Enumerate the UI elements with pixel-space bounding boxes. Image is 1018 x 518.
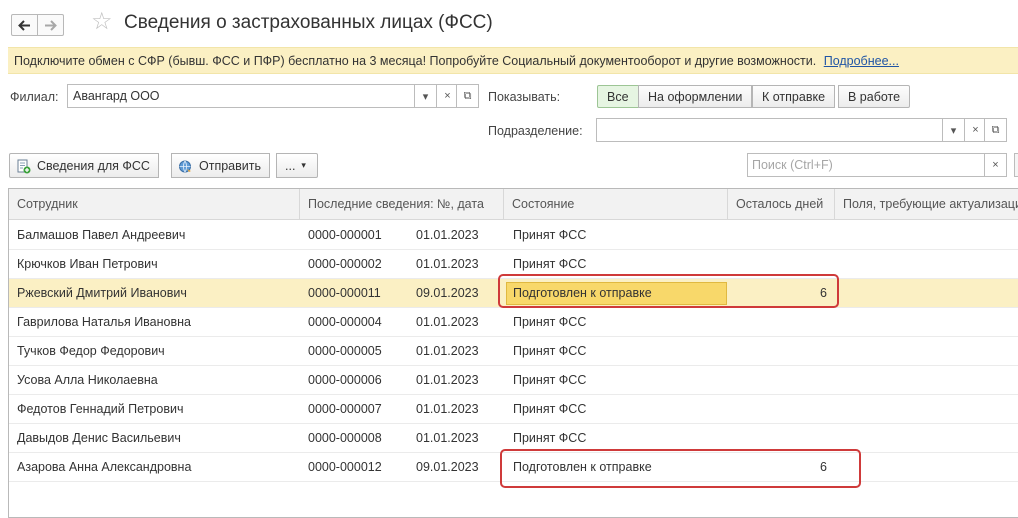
- cell-state: Принят ФСС: [513, 257, 587, 271]
- globe-send-icon: [179, 160, 191, 173]
- cell-date: 01.01.2023: [416, 402, 479, 416]
- filter-all-button[interactable]: Все: [597, 85, 639, 108]
- cell-days-left: [729, 366, 827, 394]
- cell-number: 0000-000012: [308, 460, 382, 474]
- cell-days-left: [729, 221, 827, 249]
- cell-date: 01.01.2023: [416, 315, 479, 329]
- table-row[interactable]: Ржевский Дмитрий Иванович 0000-000011 09.0…: [9, 279, 1018, 308]
- division-label: Подразделение:: [488, 124, 583, 138]
- column-header-state[interactable]: Состояние: [504, 189, 728, 220]
- table-header: Сотрудник Последние сведения: №, дата Со…: [9, 189, 1018, 220]
- clear-icon[interactable]: ×: [964, 119, 986, 141]
- more-actions-button[interactable]: ... ▾: [276, 153, 318, 178]
- send-label: Отправить: [199, 159, 261, 173]
- cell-date: 01.01.2023: [416, 228, 479, 242]
- table-row[interactable]: Усова Алла Николаевна 0000-000006 01.01.20…: [9, 366, 1018, 395]
- banner-text: Подключите обмен с СФР (бывш. ФСС и ПФР)…: [14, 54, 817, 68]
- cell-number: 0000-000008: [308, 431, 382, 445]
- cell-state: Принят ФСС: [513, 228, 587, 242]
- division-field[interactable]: ▾ × ⧉: [596, 118, 1007, 142]
- banner-more-link[interactable]: Подробнее...: [824, 54, 899, 68]
- arrow-right-icon: [45, 19, 57, 31]
- column-header-fields-update[interactable]: Поля, требующие актуализации: [835, 189, 1018, 220]
- table-row[interactable]: Балмашов Павел Андреевич 0000-000001 01.01…: [9, 221, 1018, 250]
- search-options-button[interactable]: [1014, 153, 1018, 177]
- document-add-icon: [17, 159, 31, 174]
- cell-date: 01.01.2023: [416, 344, 479, 358]
- table-row[interactable]: Тучков Федор Федорович 0000-000005 01.01.2…: [9, 337, 1018, 366]
- cell-state: Принят ФСС: [513, 315, 587, 329]
- cell-days-left: 6: [820, 286, 827, 300]
- cell-employee: Азарова Анна Александровна: [17, 460, 192, 474]
- cell-number: 0000-000004: [308, 315, 382, 329]
- star-icon[interactable]: ☆: [91, 10, 113, 34]
- branch-field[interactable]: Авангард ООО ▾ × ⧉: [67, 84, 479, 108]
- cell-employee: Ржевский Дмитрий Иванович: [17, 286, 187, 300]
- cell-date: 01.01.2023: [416, 257, 479, 271]
- cell-state: Принят ФСС: [513, 344, 587, 358]
- back-button[interactable]: [11, 14, 38, 36]
- dropdown-icon[interactable]: ▾: [414, 85, 436, 107]
- cell-date: 01.01.2023: [416, 373, 479, 387]
- cell-employee: Крючков Иван Петрович: [17, 257, 158, 271]
- cell-days-left: [729, 424, 827, 452]
- forward-button[interactable]: [37, 14, 64, 36]
- cell-number: 0000-000011: [308, 286, 381, 300]
- cell-number: 0000-000002: [308, 257, 382, 271]
- search-input[interactable]: [748, 154, 984, 176]
- table-row[interactable]: Азарова Анна Александровна 0000-000012 09.…: [9, 453, 1018, 482]
- cell-employee: Федотов Геннадий Петрович: [17, 402, 184, 416]
- cell-number: 0000-000007: [308, 402, 382, 416]
- promo-banner: Подключите обмен с СФР (бывш. ФСС и ПФР)…: [8, 47, 1018, 74]
- cell-days-left: [729, 308, 827, 336]
- cell-number: 0000-000006: [308, 373, 382, 387]
- show-label: Показывать:: [488, 90, 561, 104]
- cell-days-left: [729, 250, 827, 278]
- cell-employee: Гаврилова Наталья Ивановна: [17, 315, 191, 329]
- branch-label: Филиал:: [10, 90, 59, 104]
- cell-employee: Тучков Федор Федорович: [17, 344, 165, 358]
- send-button[interactable]: Отправить: [171, 153, 270, 178]
- search-box[interactable]: ×: [747, 153, 1007, 177]
- info-for-fss-label: Сведения для ФСС: [37, 159, 150, 173]
- cell-state: Принят ФСС: [513, 431, 587, 445]
- filter-to-send-button[interactable]: К отправке: [752, 85, 836, 108]
- cell-date: 01.01.2023: [416, 431, 479, 445]
- table-row[interactable]: Федотов Геннадий Петрович 0000-000007 01.0…: [9, 395, 1018, 424]
- cell-number: 0000-000001: [308, 228, 382, 242]
- cell-state: Принят ФСС: [513, 373, 587, 387]
- filter-in-work-button[interactable]: В работе: [838, 85, 911, 108]
- cell-date: 09.01.2023: [416, 286, 479, 300]
- branch-value: Авангард ООО: [73, 89, 160, 103]
- column-header-last-info[interactable]: Последние сведения: №, дата: [300, 189, 504, 220]
- column-header-employee[interactable]: Сотрудник: [9, 189, 300, 220]
- cell-employee: Усова Алла Николаевна: [17, 373, 158, 387]
- cell-days-left: [729, 337, 827, 365]
- more-label: ...: [285, 159, 296, 173]
- table-row[interactable]: Крючков Иван Петрович 0000-000002 01.01.20…: [9, 250, 1018, 279]
- cell-days-left: 6: [820, 460, 827, 474]
- cell-state: Принят ФСС: [513, 402, 587, 416]
- page-title: Сведения о застрахованных лицах (ФСС): [124, 12, 493, 33]
- cell-days-left: [729, 395, 827, 423]
- open-icon[interactable]: ⧉: [456, 85, 478, 107]
- cell-state: Подготовлен к отправке: [513, 460, 652, 474]
- table-row[interactable]: Давыдов Денис Васильевич 0000-000008 01.01…: [9, 424, 1018, 453]
- open-icon[interactable]: ⧉: [984, 119, 1006, 141]
- info-for-fss-button[interactable]: Сведения для ФСС: [9, 153, 159, 178]
- arrow-left-icon: [18, 19, 30, 31]
- dropdown-icon[interactable]: ▾: [942, 119, 964, 141]
- column-header-days-left[interactable]: Осталось дней: [728, 189, 835, 220]
- close-icon[interactable]: ×: [984, 154, 1006, 176]
- cell-employee: Давыдов Денис Васильевич: [17, 431, 181, 445]
- filter-drafting-button[interactable]: На оформлении: [638, 85, 753, 108]
- cell-employee: Балмашов Павел Андреевич: [17, 228, 186, 242]
- chevron-down-icon: ▾: [301, 160, 306, 170]
- clear-icon[interactable]: ×: [436, 85, 458, 107]
- table-row[interactable]: Гаврилова Наталья Ивановна 0000-000004 01.…: [9, 308, 1018, 337]
- cell-date: 09.01.2023: [416, 460, 479, 474]
- cell-state: Подготовлен к отправке: [513, 286, 652, 300]
- cell-number: 0000-000005: [308, 344, 382, 358]
- employees-table[interactable]: Сотрудник Последние сведения: №, дата Со…: [8, 188, 1018, 518]
